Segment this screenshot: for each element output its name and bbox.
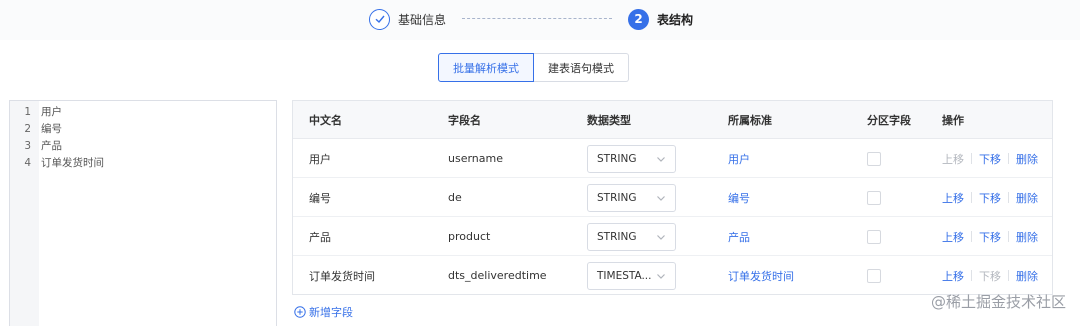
partition-checkbox[interactable] [867, 230, 881, 244]
add-field-label: 新增字段 [309, 306, 353, 319]
divider [971, 231, 972, 242]
line-number: 1 [24, 105, 31, 118]
line-number: 2 [24, 122, 31, 135]
cn-name-cell: 编号 [309, 191, 331, 205]
chevron-down-icon [657, 235, 665, 240]
cn-name-cell: 产品 [309, 230, 331, 244]
mode-toggle: 批量解析模式 建表语句模式 [438, 53, 629, 82]
create-sql-mode-button[interactable]: 建表语句模式 [534, 53, 629, 82]
editor-line: 4 订单发货时间 [10, 154, 104, 171]
data-type-value: STRING [597, 153, 637, 165]
standard-link[interactable]: 用户 [728, 139, 750, 178]
move-down-button[interactable]: 下移 [979, 190, 1001, 206]
delete-button[interactable]: 删除 [1016, 190, 1038, 206]
divider [1008, 192, 1009, 203]
partition-checkbox[interactable] [867, 191, 881, 205]
field-name-cell: username [448, 152, 503, 165]
chevron-down-icon [657, 196, 665, 201]
add-field-button[interactable]: 新增字段 [294, 304, 353, 320]
table-row: 产品 product STRING 产品 上移 下移 删除 [293, 217, 1052, 256]
step-label: 表结构 [657, 12, 694, 27]
field-name-cell: dts_deliveredtime [448, 269, 547, 282]
divider [971, 270, 972, 281]
divider [1008, 270, 1009, 281]
header-field-name: 字段名 [448, 114, 481, 127]
divider [1008, 231, 1009, 242]
data-type-select[interactable]: STRING [587, 145, 676, 173]
cn-name-cell: 用户 [309, 152, 331, 166]
data-type-select[interactable]: STRING [587, 184, 676, 212]
table-header: 中文名 字段名 数据类型 所属标准 分区字段 操作 [293, 101, 1052, 139]
move-down-button[interactable]: 下移 [979, 151, 1001, 167]
divider [971, 153, 972, 164]
header-cn-name: 中文名 [309, 114, 342, 127]
step-connector [462, 18, 612, 19]
header-data-type: 数据类型 [587, 114, 631, 127]
partition-checkbox[interactable] [867, 269, 881, 283]
data-type-select[interactable]: STRING [587, 223, 676, 251]
step-basic-info[interactable]: 基础信息 [369, 7, 446, 31]
line-text: 产品 [41, 140, 62, 152]
row-actions: 上移 下移 删除 [942, 139, 1038, 178]
move-up-button[interactable]: 上移 [942, 229, 964, 245]
row-actions: 上移 下移 删除 [942, 217, 1038, 256]
plus-circle-icon [294, 306, 306, 318]
line-text: 订单发货时间 [41, 157, 104, 169]
move-down-button[interactable]: 下移 [979, 268, 1001, 284]
cn-name-cell: 订单发货时间 [309, 269, 375, 283]
line-number: 4 [24, 156, 31, 169]
data-type-value: TIMESTA... [597, 270, 652, 282]
data-type-value: STRING [597, 192, 637, 204]
move-down-button[interactable]: 下移 [979, 229, 1001, 245]
step-table-structure[interactable]: 2 表结构 [628, 7, 693, 31]
batch-input-editor[interactable]: 1 用户 2 编号 3 产品 4 订单发货时间 [9, 100, 277, 326]
editor-line: 1 用户 [10, 103, 62, 120]
line-number: 3 [24, 139, 31, 152]
divider [1008, 153, 1009, 164]
header-standard: 所属标准 [728, 114, 772, 127]
data-type-value: STRING [597, 231, 637, 243]
table-row: 用户 username STRING 用户 上移 下移 删除 [293, 139, 1052, 178]
table-row: 订单发货时间 dts_deliveredtime TIMESTA... 订单发货… [293, 256, 1052, 295]
batch-parse-mode-button[interactable]: 批量解析模式 [438, 53, 534, 82]
chevron-down-icon [657, 274, 665, 279]
delete-button[interactable]: 删除 [1016, 268, 1038, 284]
check-icon [369, 8, 390, 30]
divider [971, 192, 972, 203]
step-label: 基础信息 [398, 12, 447, 27]
delete-button[interactable]: 删除 [1016, 151, 1038, 167]
standard-link[interactable]: 订单发货时间 [728, 256, 794, 295]
move-up-button[interactable]: 上移 [942, 268, 964, 284]
watermark: @稀土掘金技术社区 [930, 293, 1066, 311]
editor-line: 2 编号 [10, 120, 62, 137]
editor-line: 3 产品 [10, 137, 62, 154]
header-actions: 操作 [942, 114, 964, 127]
standard-link[interactable]: 编号 [728, 178, 750, 217]
step-number: 2 [628, 8, 649, 30]
field-table: 中文名 字段名 数据类型 所属标准 分区字段 操作 用户 username ST… [292, 100, 1053, 295]
row-actions: 上移 下移 删除 [942, 256, 1038, 295]
standard-link[interactable]: 产品 [728, 217, 750, 256]
move-up-button[interactable]: 上移 [942, 151, 964, 167]
field-name-cell: product [448, 230, 491, 243]
line-text: 用户 [41, 106, 62, 118]
steps-header: 基础信息 2 表结构 [0, 0, 1080, 40]
header-partition: 分区字段 [867, 114, 911, 127]
table-row: 编号 de STRING 编号 上移 下移 删除 [293, 178, 1052, 217]
field-name-cell: de [448, 191, 462, 204]
partition-checkbox[interactable] [867, 152, 881, 166]
line-text: 编号 [41, 123, 62, 135]
row-actions: 上移 下移 删除 [942, 178, 1038, 217]
chevron-down-icon [657, 157, 665, 162]
data-type-select[interactable]: TIMESTA... [587, 262, 676, 290]
delete-button[interactable]: 删除 [1016, 229, 1038, 245]
move-up-button[interactable]: 上移 [942, 190, 964, 206]
